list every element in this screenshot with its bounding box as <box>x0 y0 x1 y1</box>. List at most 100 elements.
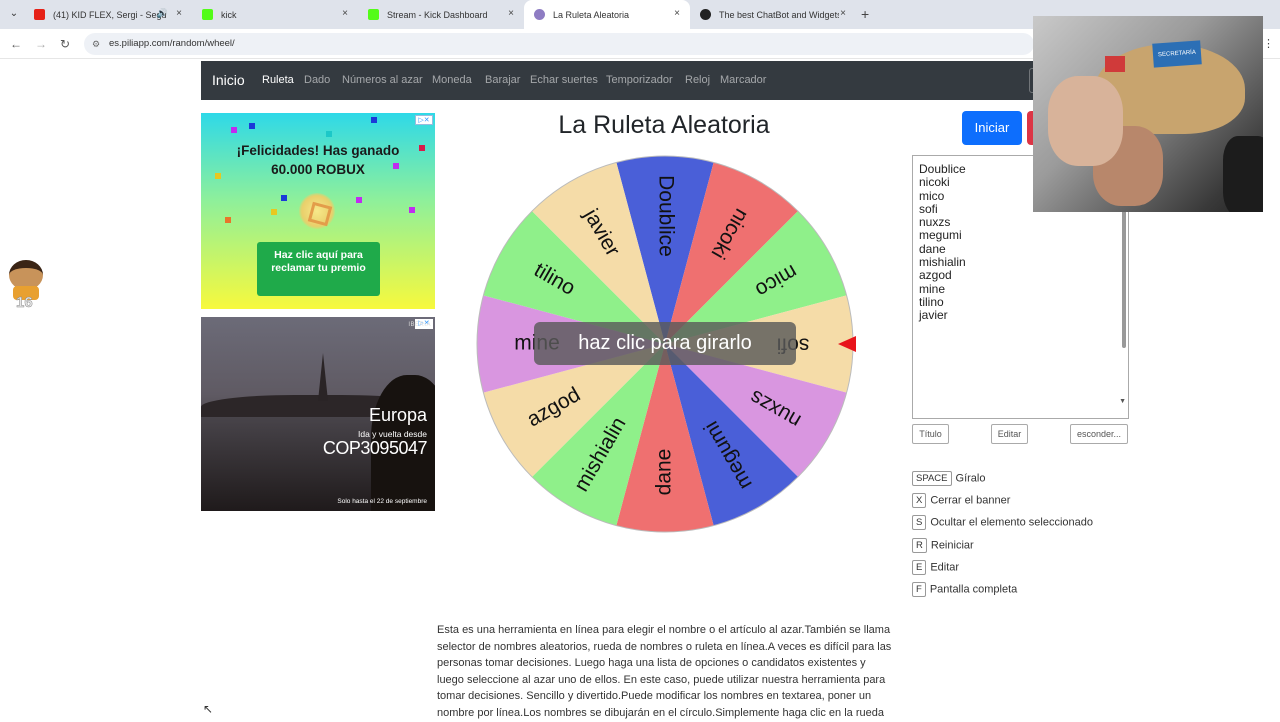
airline-logo: IBERIA <box>408 322 431 328</box>
shortcut-desc: Editar <box>930 561 960 574</box>
webcam-hand <box>1048 76 1123 166</box>
tab-kick-dashboard[interactable]: Stream - Kick Dashboard × <box>358 0 524 29</box>
site-brand-link[interactable]: Inicio <box>212 72 245 88</box>
tab-ruleta[interactable]: La Ruleta Aleatoria × <box>524 0 690 29</box>
shortcut-f: F Pantalla completa <box>912 582 1017 598</box>
tab-search-icon[interactable]: ⌄ <box>6 6 22 22</box>
shortcut-key: F <box>912 582 926 597</box>
spin-hint-button[interactable]: haz clic para girarlo <box>534 322 796 365</box>
ad-headline: ¡Felicidades! Has ganado 60.000 ROBUX <box>201 141 435 179</box>
new-tab-button[interactable]: + <box>861 6 869 22</box>
confetti <box>356 197 362 203</box>
close-tab-icon[interactable]: × <box>840 8 846 19</box>
ad-claim-button[interactable]: Haz clic aquí para reclamar tu premio <box>257 242 380 296</box>
shortcut-e: E Editar <box>912 560 959 576</box>
tab-label: La Ruleta Aleatoria <box>553 9 630 20</box>
avatar: 16 <box>4 256 48 314</box>
scroll-down-icon[interactable]: ▼ <box>1119 395 1126 408</box>
title-button[interactable]: Título <box>912 424 949 444</box>
extensions-icon[interactable]: ⋮ <box>1263 37 1274 50</box>
confetti <box>271 209 277 215</box>
shortcut-r: R Reiniciar <box>912 538 974 554</box>
nav-echar-suertes[interactable]: Echar suertes <box>530 74 598 86</box>
close-tab-icon[interactable]: × <box>508 8 514 19</box>
nav-dado[interactable]: Dado <box>304 74 330 86</box>
shortcut-key: SPACE <box>912 471 952 486</box>
tab-youtube[interactable]: (41) KID FLEX, Sergi - Segu 🔊 × <box>24 0 192 29</box>
ad-headline-line1: ¡Felicidades! Has ganado <box>236 143 400 158</box>
kick-favicon-icon <box>368 9 379 20</box>
url-text: es.piliapp.com/random/wheel/ <box>109 38 235 49</box>
close-tab-icon[interactable]: × <box>342 8 348 19</box>
webcam-sign: SECRETARÍA <box>1152 40 1202 68</box>
tool-description: Esta es una herramienta en línea para el… <box>437 624 892 719</box>
youtube-favicon-icon <box>34 9 45 20</box>
shortcut-x: X Cerrar el banner <box>912 493 1010 509</box>
wheel-slice-label: Doublice <box>654 175 677 257</box>
shortcut-desc: Reiniciar <box>930 539 974 552</box>
nav-numeros[interactable]: Números al azar <box>342 74 423 86</box>
site-info-icon[interactable]: ⚙ <box>92 33 100 55</box>
shortcut-s: S Ocultar el elemento seleccionado <box>912 515 1093 531</box>
tab-chatbot[interactable]: The best ChatBot and Widgets × <box>690 0 856 29</box>
close-tab-icon[interactable]: × <box>674 8 680 19</box>
travel-ad-banner[interactable]: ▷✕ IBERIA Europa Ida y vuelta desde COP3… <box>201 317 435 511</box>
shortcut-key: S <box>912 515 927 530</box>
shortcut-desc: Pantalla completa <box>929 583 1018 596</box>
confetti <box>231 127 237 133</box>
shortcut-desc: Cerrar el banner <box>930 494 1011 507</box>
shortcut-space: SPACE Gíralo <box>912 471 985 487</box>
ad-destination: Europa <box>368 405 427 425</box>
confetti <box>281 195 287 201</box>
eiffel-tower-icon <box>318 353 328 401</box>
hat-logo-icon <box>1105 56 1125 72</box>
wheel-slice-label: dane <box>653 449 676 496</box>
confetti <box>225 217 231 223</box>
kick-favicon-icon <box>202 9 213 20</box>
tab-label: Stream - Kick Dashboard <box>387 9 488 20</box>
confetti <box>326 131 332 137</box>
tab-label: (41) KID FLEX, Sergi - Segu <box>53 9 167 20</box>
nav-reloj[interactable]: Reloj <box>685 74 710 86</box>
robux-logo-icon <box>299 193 335 229</box>
tab-kick[interactable]: kick × <box>192 0 358 29</box>
textarea-scrollbar[interactable] <box>1122 198 1126 348</box>
shortcut-desc: Gíralo <box>955 472 986 485</box>
nav-moneda[interactable]: Moneda <box>432 74 472 86</box>
nav-ruleta[interactable]: Ruleta <box>262 74 294 86</box>
shortcut-key: X <box>912 493 927 508</box>
ad-price: COP3095047 <box>322 438 428 458</box>
robux-ad-banner[interactable]: ▷✕ ¡Felicidades! Has ganado 60.000 ROBUX… <box>201 113 435 309</box>
shortcut-key: R <box>912 538 927 553</box>
ad-info-icon[interactable]: ▷✕ <box>415 115 433 125</box>
audio-icon[interactable]: 🔊 <box>157 8 168 19</box>
tab-label: The best ChatBot and Widgets <box>719 9 839 20</box>
tab-label: kick <box>221 9 237 20</box>
reload-icon[interactable]: ↻ <box>60 37 70 51</box>
chatbot-favicon-icon <box>700 9 711 20</box>
confetti <box>371 117 377 123</box>
site-navbar: Inicio Ruleta Dado Números al azar Moned… <box>201 61 1081 100</box>
forward-icon[interactable]: → <box>35 37 47 51</box>
nav-barajar[interactable]: Barajar <box>485 74 520 86</box>
hide-button[interactable]: esconder... <box>1070 424 1128 444</box>
ad-fine-print: Solo hasta el 22 de septiembre <box>337 498 427 505</box>
ad-headline-line2: 60.000 ROBUX <box>271 162 365 177</box>
page-title: La Ruleta Aleatoria <box>558 111 770 139</box>
piliapp-favicon-icon <box>534 9 545 20</box>
avatar-number: 16 <box>16 294 33 312</box>
webcam-overlay: SECRETARÍA <box>1033 16 1263 212</box>
confetti <box>409 207 415 213</box>
start-button[interactable]: Iniciar <box>962 111 1022 145</box>
edit-button[interactable]: Editar <box>991 424 1028 444</box>
shortcut-key: E <box>912 560 927 575</box>
url-input[interactable]: ⚙ es.piliapp.com/random/wheel/ <box>84 33 1034 55</box>
mouse-cursor-icon: ↖ <box>203 702 214 716</box>
close-tab-icon[interactable]: × <box>176 8 182 19</box>
back-icon[interactable]: ← <box>10 37 22 51</box>
confetti <box>249 123 255 129</box>
nav-marcador[interactable]: Marcador <box>720 74 766 86</box>
nav-temporizador[interactable]: Temporizador <box>606 74 673 86</box>
webcam-chair <box>1223 136 1263 212</box>
shortcut-desc: Ocultar el elemento seleccionado <box>930 516 1093 529</box>
